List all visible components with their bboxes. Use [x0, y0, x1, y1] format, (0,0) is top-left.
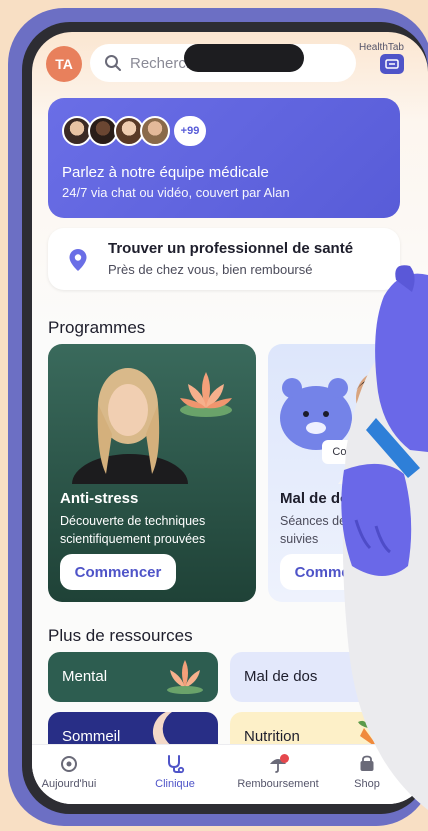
find-card-subtitle: Près de chez vous, bien remboursé — [108, 262, 313, 277]
lotus-icon — [167, 660, 203, 694]
shopping-bag-icon — [360, 755, 374, 771]
search-icon — [105, 55, 121, 71]
tab-label: Aujourd'hui — [41, 778, 97, 790]
app-screen: HealthTab TA Rechercher +99 Parlez à not… — [32, 32, 428, 804]
tab-clinique[interactable]: Clinique — [130, 753, 220, 790]
notification-dot — [280, 754, 289, 763]
resource-label: Nutrition — [244, 728, 300, 745]
tab-reimbursement[interactable]: Remboursement — [228, 753, 328, 790]
doctor-avatars: +99 — [62, 116, 206, 146]
programme-title: Mal de dos — [280, 490, 358, 507]
home-icon — [61, 756, 77, 772]
more-doctors-badge: +99 — [174, 116, 206, 146]
resource-label: Sommeil — [62, 728, 121, 745]
brand-label: HealthTab — [358, 42, 404, 53]
programmes-heading: Programmes — [48, 318, 146, 337]
programme-card-anti-stress[interactable]: Anti-stress Découverte de techniques sci… — [48, 344, 256, 602]
consultation-chip: Consultation — [322, 440, 404, 464]
resources-heading: Plus de ressources — [48, 626, 193, 645]
user-avatar[interactable]: TA — [46, 46, 82, 82]
resource-tile-back-pain[interactable]: Mal de dos — [230, 652, 400, 702]
camera-notch — [184, 44, 304, 72]
tab-label: Remboursement — [237, 778, 319, 790]
programme-card-back-pain[interactable]: Consultation Mal de dos Séances de quelq… — [268, 344, 428, 602]
lotus-icon — [180, 372, 232, 417]
card-icon — [385, 59, 399, 69]
programme-description: Séances de quelques jours, suivies — [280, 514, 428, 546]
resource-label: Mal de dos — [244, 668, 318, 685]
find-professional-card[interactable]: Trouver un professionnel de santé Près d… — [48, 228, 400, 290]
find-card-title: Trouver un professionnel de santé — [108, 240, 354, 257]
doctor-avatar — [140, 116, 170, 146]
tab-label: Clinique — [155, 778, 195, 790]
team-card-subtitle: 24/7 via chat ou vidéo, couvert par Alan — [62, 185, 290, 200]
medical-team-card[interactable]: +99 Parlez à notre équipe médicale 24/7 … — [48, 98, 400, 218]
location-pin-icon — [69, 249, 87, 271]
stethoscope-icon — [168, 755, 185, 774]
tab-shop[interactable]: Shop — [322, 753, 412, 790]
bottom-tab-bar: Aujourd'hui Clinique Remboursement Shop — [32, 744, 428, 804]
resource-label: Mental — [62, 668, 108, 685]
start-programme-button[interactable]: Commencer — [60, 554, 176, 590]
tab-today[interactable]: Aujourd'hui — [32, 753, 114, 790]
resource-tile-mental[interactable]: Mental — [48, 652, 218, 702]
programme-illustration — [72, 368, 232, 484]
programme-title: Anti-stress — [60, 490, 139, 507]
team-card-title: Parlez à notre équipe médicale — [62, 164, 269, 181]
tab-label: Shop — [354, 778, 380, 790]
health-card-button[interactable] — [380, 54, 404, 74]
programme-description: Découverte de techniques scientifiquemen… — [60, 514, 206, 546]
start-programme-button[interactable]: Commencer — [280, 554, 396, 590]
